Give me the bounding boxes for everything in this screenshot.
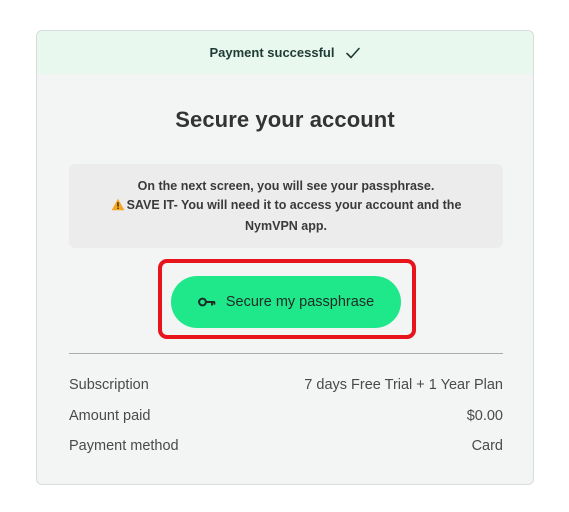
- notice-line-1: On the next screen, you will see your pa…: [137, 179, 435, 193]
- payment-method-label: Payment method: [69, 438, 179, 454]
- check-icon: [345, 46, 361, 60]
- secure-passphrase-button[interactable]: Secure my passphrase: [171, 276, 401, 328]
- payment-method-value: Card: [471, 438, 503, 454]
- detail-row-payment-method: Payment method Card: [69, 438, 503, 469]
- passphrase-notice: On the next screen, you will see your pa…: [69, 164, 503, 248]
- detail-row-subscription: Subscription 7 days Free Trial + 1 Year …: [69, 377, 503, 408]
- subscription-label: Subscription: [69, 377, 149, 393]
- amount-paid-value: $0.00: [466, 407, 503, 424]
- subscription-value: 7 days Free Trial + 1 Year Plan: [304, 377, 503, 393]
- payment-card: Payment successful Secure your account O…: [36, 30, 534, 485]
- notice-line-2: SAVE IT- You will need it to access your…: [85, 196, 487, 236]
- warning-icon: [111, 198, 125, 217]
- detail-row-amount: Amount paid $0.00: [69, 408, 503, 439]
- divider: [69, 353, 503, 354]
- save-it-warning: SAVE IT- You will need it to access your…: [126, 198, 462, 233]
- page-title: Secure your account: [175, 107, 395, 132]
- success-banner: Payment successful: [37, 31, 533, 74]
- key-icon: [197, 297, 216, 307]
- secure-passphrase-label: Secure my passphrase: [225, 294, 375, 310]
- amount-paid-label: Amount paid: [69, 407, 151, 424]
- payment-details: Subscription 7 days Free Trial + 1 Year …: [69, 377, 503, 469]
- success-text: Payment successful: [209, 45, 335, 60]
